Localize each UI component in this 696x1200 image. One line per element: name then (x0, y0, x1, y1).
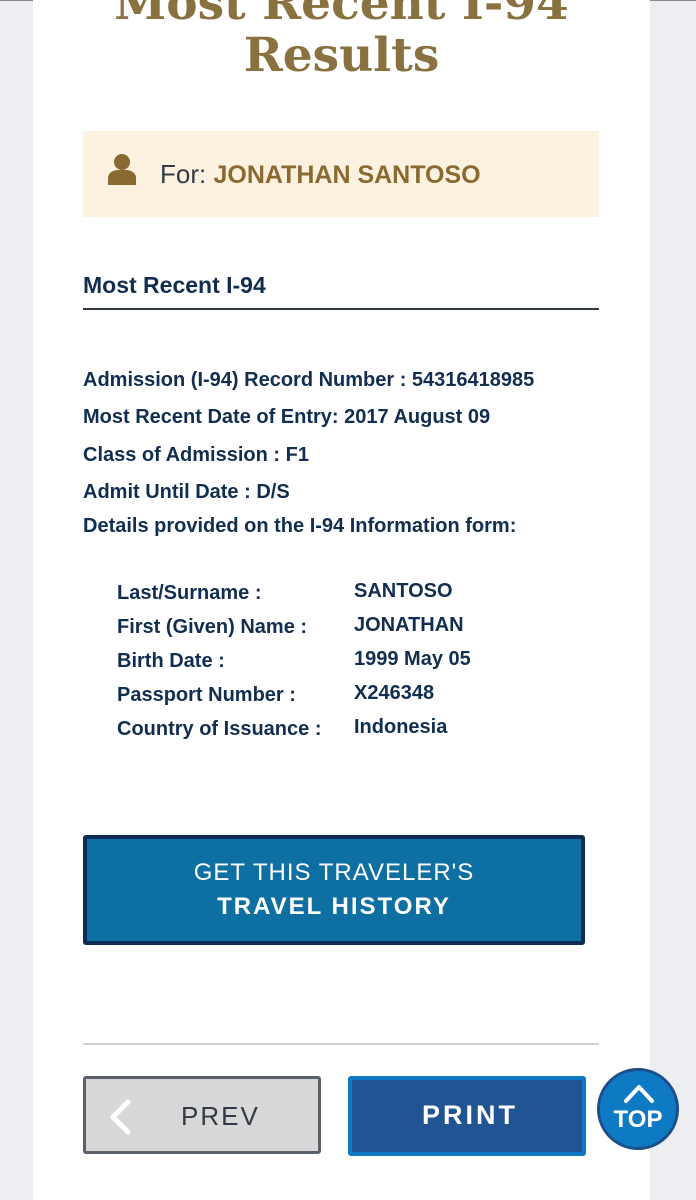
travel-history-line2: TRAVEL HISTORY (217, 893, 451, 920)
detail-row-surname: Last/Surname : SANTOSO (117, 580, 577, 610)
detail-label: Passport Number : (117, 684, 296, 706)
detail-value: SANTOSO (354, 580, 453, 602)
travel-history-line1: GET THIS TRAVELER'S (193, 859, 475, 886)
detail-label: Last/Surname : (117, 582, 262, 604)
section-divider (83, 308, 599, 310)
detail-row-birth-date: Birth Date : 1999 May 05 (117, 648, 577, 678)
bottom-divider (83, 1043, 599, 1045)
traveler-name: JONATHAN SANTOSO (213, 161, 481, 189)
detail-value: JONATHAN (354, 614, 464, 636)
detail-row-passport: Passport Number : X246348 (117, 682, 577, 712)
detail-label: First (Given) Name : (117, 616, 308, 638)
detail-value: Indonesia (354, 716, 448, 738)
traveler-banner: For: JONATHAN SANTOSO (83, 131, 599, 217)
print-label: PRINT (422, 1100, 518, 1130)
details-heading: Details provided on the I-94 Information… (83, 515, 517, 537)
chevron-up-icon (624, 1085, 654, 1103)
admit-until-date: Admit Until Date : D/S (83, 481, 290, 503)
top-label: TOP (613, 1106, 663, 1133)
detail-label: Birth Date : (117, 650, 225, 672)
page-title: Most Recent I-94 Results (114, 0, 569, 83)
section-title: Most Recent I-94 (83, 272, 266, 298)
for-label: For: (160, 159, 207, 189)
detail-row-country: Country of Issuance : Indonesia (117, 716, 577, 746)
class-of-admission: Class of Admission : F1 (83, 444, 309, 466)
back-to-top-button[interactable]: TOP (597, 1068, 679, 1150)
chevron-left-icon (110, 1099, 131, 1135)
traveler-for-text: For: JONATHAN SANTOSO (160, 159, 481, 190)
detail-label: Country of Issuance : (117, 718, 322, 740)
person-icon (108, 154, 136, 185)
print-button[interactable]: PRINT (348, 1076, 586, 1156)
admission-record-number: Admission (I-94) Record Number : 5431641… (83, 369, 535, 391)
results-card: Most Recent I-94 Results For: JONATHAN S… (33, 0, 679, 1200)
prev-button[interactable]: PREV (83, 1076, 321, 1154)
detail-value: X246348 (354, 682, 435, 704)
travel-history-button[interactable]: GET THIS TRAVELER'S TRAVEL HISTORY (83, 835, 585, 945)
detail-row-given-name: First (Given) Name : JONATHAN (117, 614, 577, 644)
most-recent-entry-date: Most Recent Date of Entry: 2017 August 0… (83, 406, 491, 428)
detail-value: 1999 May 05 (354, 648, 471, 670)
prev-label: PREV (181, 1101, 260, 1131)
